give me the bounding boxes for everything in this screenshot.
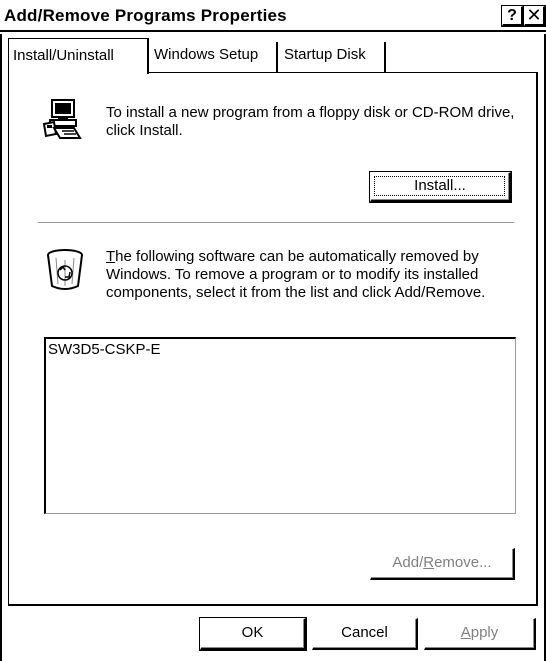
title-bar: Add/Remove Programs Properties ? ✕ (0, 0, 546, 32)
apply-label: pply (470, 624, 499, 641)
add-remove-suffix: emove... (434, 554, 492, 571)
recycle-bin-icon (44, 248, 86, 296)
tab-windows-setup[interactable]: Windows Setup (150, 42, 278, 72)
cancel-button[interactable]: Cancel (312, 618, 418, 650)
window-title: Add/Remove Programs Properties (4, 6, 287, 25)
remove-description-text: he following software can be automatical… (106, 248, 486, 301)
computer-with-disk-icon (40, 98, 84, 146)
tab-install-uninstall[interactable]: Install/Uninstall (8, 38, 149, 74)
add-remove-button[interactable]: Add/Remove... (370, 548, 515, 580)
list-item[interactable]: SW3D5-CSKP-E (48, 341, 161, 359)
apply-button[interactable]: Apply (424, 618, 536, 650)
tab-panel-bottom-border (8, 604, 538, 606)
ok-button[interactable]: OK (199, 617, 307, 651)
dialog-border-left (0, 34, 2, 661)
install-button[interactable]: Install... (369, 171, 512, 203)
focus-ring (374, 176, 505, 196)
install-description: To install a new program from a floppy d… (106, 104, 515, 139)
add-remove-accesskey: R (423, 554, 435, 571)
section-divider (38, 222, 514, 224)
apply-accesskey: A (460, 624, 471, 641)
add-remove-prefix: Add/ (392, 554, 424, 571)
close-button[interactable]: ✕ (523, 5, 546, 27)
remove-description-accesskey: T (106, 248, 116, 265)
tab-startup-disk[interactable]: Startup Disk (280, 42, 386, 72)
installed-programs-list[interactable]: SW3D5-CSKP-E (44, 337, 516, 514)
remove-description: The following software can be automatica… (106, 248, 520, 302)
help-button[interactable]: ? (501, 5, 524, 27)
